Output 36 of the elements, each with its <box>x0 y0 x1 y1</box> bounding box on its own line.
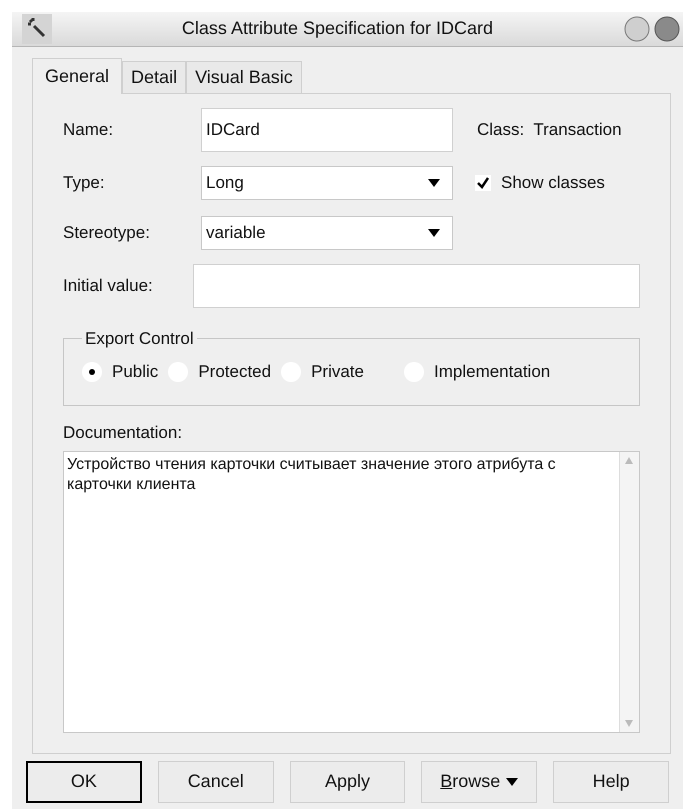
field-label: Stereotype: <box>63 222 151 244</box>
tab[interactable]: Visual Basic <box>186 60 302 93</box>
minimize-icon[interactable] <box>623 14 651 43</box>
dialog-button[interactable]: OK <box>26 760 142 803</box>
scrollbar[interactable] <box>619 452 639 732</box>
dialog-button[interactable]: Browse <box>421 760 538 803</box>
radio-button[interactable] <box>82 362 102 382</box>
field-label: Type: <box>63 172 106 194</box>
documentation-text: Устройство чтения карточки считывает значение этого атрибута с карточки клиента <box>66 455 557 496</box>
checkbox-label: Show classes <box>501 172 605 194</box>
dropdown[interactable]: variable <box>201 216 453 250</box>
window-title: Class Attribute Specification for IDCard <box>180 17 494 40</box>
tab[interactable]: Detail <box>122 60 186 93</box>
dropdown[interactable]: Long <box>201 166 453 200</box>
wand-icon <box>22 14 52 44</box>
radio-label: Protected <box>198 361 272 384</box>
group-title: Export Control <box>84 328 195 350</box>
dialog-button[interactable]: Help <box>553 760 669 803</box>
radio-label: Private <box>311 361 364 384</box>
dialog-button[interactable]: Apply <box>290 760 406 803</box>
dialog-button[interactable]: Cancel <box>158 760 274 803</box>
radio-label: Implementation <box>434 361 550 384</box>
close-icon[interactable] <box>653 14 681 43</box>
radio-label: Public <box>112 361 158 384</box>
name-field[interactable]: IDCard <box>201 108 453 152</box>
caret-icon <box>428 228 440 237</box>
initial-value-field[interactable] <box>193 264 640 308</box>
caret-icon <box>428 178 440 187</box>
checkbox[interactable] <box>475 174 491 191</box>
tab[interactable]: General <box>32 58 122 94</box>
field-label: Name: <box>63 119 114 142</box>
field-label: Initial value: <box>63 275 154 298</box>
class-label: Class: Transaction <box>477 119 622 142</box>
caret-icon <box>506 778 518 786</box>
field-label: Documentation: <box>63 422 184 444</box>
documentation-field[interactable]: Устройство чтения карточки считывает значение этого атрибута с карточки клиента <box>63 451 640 734</box>
